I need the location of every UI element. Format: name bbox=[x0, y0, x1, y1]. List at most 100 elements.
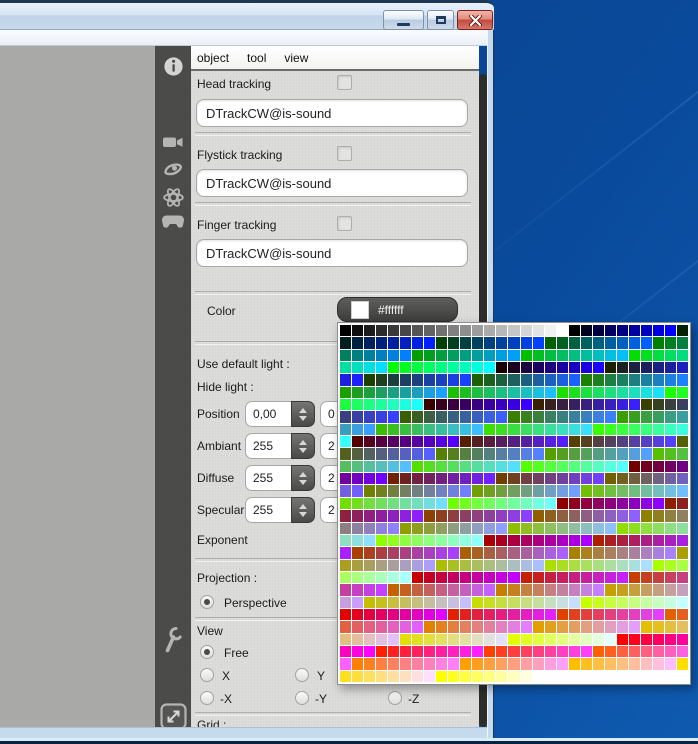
palette-color-cell[interactable] bbox=[520, 670, 532, 682]
palette-color-cell[interactable] bbox=[472, 325, 484, 337]
palette-color-cell[interactable] bbox=[604, 621, 616, 633]
palette-color-cell[interactable] bbox=[436, 485, 448, 497]
palette-color-cell[interactable] bbox=[640, 596, 652, 608]
palette-color-cell[interactable] bbox=[640, 584, 652, 596]
palette-color-cell[interactable] bbox=[484, 411, 496, 423]
palette-color-cell[interactable] bbox=[580, 497, 592, 510]
palette-color-cell[interactable] bbox=[364, 608, 376, 621]
palette-color-cell[interactable] bbox=[352, 571, 364, 584]
palette-color-cell[interactable] bbox=[568, 411, 580, 423]
palette-color-cell[interactable] bbox=[580, 596, 592, 608]
palette-color-cell[interactable] bbox=[664, 658, 676, 670]
palette-color-cell[interactable] bbox=[520, 436, 532, 448]
palette-color-cell[interactable] bbox=[460, 621, 472, 633]
palette-color-cell[interactable] bbox=[400, 559, 412, 571]
palette-color-cell[interactable] bbox=[640, 448, 652, 460]
palette-color-cell[interactable] bbox=[412, 571, 424, 584]
palette-color-cell[interactable] bbox=[568, 399, 580, 411]
palette-color-cell[interactable] bbox=[364, 386, 376, 399]
palette-color-cell[interactable] bbox=[340, 633, 352, 645]
palette-color-cell[interactable] bbox=[556, 510, 568, 522]
palette-color-cell[interactable] bbox=[508, 621, 520, 633]
spin-up-icon[interactable] bbox=[299, 439, 307, 445]
palette-color-cell[interactable] bbox=[412, 399, 424, 411]
palette-color-cell[interactable] bbox=[628, 386, 640, 399]
palette-color-cell[interactable] bbox=[664, 547, 676, 559]
palette-color-cell[interactable] bbox=[676, 386, 688, 399]
palette-color-cell[interactable] bbox=[340, 411, 352, 423]
palette-color-cell[interactable] bbox=[496, 608, 508, 621]
spin-up-icon[interactable] bbox=[299, 407, 307, 413]
palette-color-cell[interactable] bbox=[388, 645, 400, 658]
palette-color-cell[interactable] bbox=[604, 448, 616, 460]
palette-color-cell[interactable] bbox=[544, 559, 556, 571]
palette-color-cell[interactable] bbox=[352, 460, 364, 473]
palette-color-cell[interactable] bbox=[640, 349, 652, 362]
palette-color-cell[interactable] bbox=[376, 633, 388, 645]
palette-color-cell[interactable] bbox=[604, 423, 616, 436]
palette-color-cell[interactable] bbox=[472, 448, 484, 460]
palette-color-cell[interactable] bbox=[448, 473, 460, 485]
palette-color-cell[interactable] bbox=[412, 522, 424, 534]
palette-color-cell[interactable] bbox=[448, 510, 460, 522]
palette-color-cell[interactable] bbox=[448, 547, 460, 559]
palette-color-cell[interactable] bbox=[628, 633, 640, 645]
palette-color-cell[interactable] bbox=[412, 547, 424, 559]
palette-color-cell[interactable] bbox=[496, 399, 508, 411]
palette-color-cell[interactable] bbox=[472, 621, 484, 633]
palette-color-cell[interactable] bbox=[616, 374, 628, 386]
palette-color-cell[interactable] bbox=[460, 497, 472, 510]
palette-color-cell[interactable] bbox=[520, 460, 532, 473]
palette-color-cell[interactable] bbox=[400, 448, 412, 460]
palette-color-cell[interactable] bbox=[532, 362, 544, 374]
palette-color-cell[interactable] bbox=[352, 608, 364, 621]
palette-color-cell[interactable] bbox=[424, 645, 436, 658]
palette-color-cell[interactable] bbox=[460, 485, 472, 497]
palette-color-cell[interactable] bbox=[364, 497, 376, 510]
palette-color-cell[interactable] bbox=[460, 399, 472, 411]
palette-color-cell[interactable] bbox=[412, 337, 424, 349]
palette-color-cell[interactable] bbox=[424, 325, 436, 337]
view-negy-radio[interactable] bbox=[295, 691, 309, 705]
palette-color-cell[interactable] bbox=[532, 522, 544, 534]
palette-color-cell[interactable] bbox=[376, 522, 388, 534]
palette-color-cell[interactable] bbox=[628, 374, 640, 386]
camera-icon[interactable] bbox=[155, 134, 191, 150]
palette-color-cell[interactable] bbox=[484, 670, 496, 682]
palette-color-cell[interactable] bbox=[508, 325, 520, 337]
palette-color-cell[interactable] bbox=[604, 497, 616, 510]
palette-color-cell[interactable] bbox=[340, 386, 352, 399]
palette-color-cell[interactable] bbox=[484, 423, 496, 436]
palette-color-cell[interactable] bbox=[364, 349, 376, 362]
palette-color-cell[interactable] bbox=[640, 337, 652, 349]
palette-color-cell[interactable] bbox=[484, 460, 496, 473]
palette-color-cell[interactable] bbox=[592, 633, 604, 645]
palette-color-cell[interactable] bbox=[412, 497, 424, 510]
palette-color-cell[interactable] bbox=[520, 374, 532, 386]
palette-color-cell[interactable] bbox=[532, 645, 544, 658]
palette-color-cell[interactable] bbox=[352, 399, 364, 411]
palette-color-cell[interactable] bbox=[676, 448, 688, 460]
palette-color-cell[interactable] bbox=[400, 645, 412, 658]
palette-color-cell[interactable] bbox=[448, 460, 460, 473]
palette-color-cell[interactable] bbox=[352, 448, 364, 460]
palette-color-cell[interactable] bbox=[604, 658, 616, 670]
palette-color-cell[interactable] bbox=[604, 374, 616, 386]
palette-color-cell[interactable] bbox=[580, 547, 592, 559]
palette-color-cell[interactable] bbox=[508, 386, 520, 399]
palette-color-cell[interactable] bbox=[352, 522, 364, 534]
palette-color-cell[interactable] bbox=[472, 349, 484, 362]
palette-color-cell[interactable] bbox=[616, 349, 628, 362]
palette-color-cell[interactable] bbox=[388, 510, 400, 522]
palette-color-cell[interactable] bbox=[424, 374, 436, 386]
palette-color-cell[interactable] bbox=[400, 325, 412, 337]
palette-color-cell[interactable] bbox=[436, 349, 448, 362]
palette-color-cell[interactable] bbox=[676, 349, 688, 362]
palette-color-cell[interactable] bbox=[460, 522, 472, 534]
palette-color-cell[interactable] bbox=[520, 448, 532, 460]
palette-color-cell[interactable] bbox=[532, 670, 544, 682]
palette-color-cell[interactable] bbox=[388, 411, 400, 423]
palette-color-cell[interactable] bbox=[436, 547, 448, 559]
palette-color-cell[interactable] bbox=[520, 596, 532, 608]
palette-color-cell[interactable] bbox=[652, 325, 664, 337]
